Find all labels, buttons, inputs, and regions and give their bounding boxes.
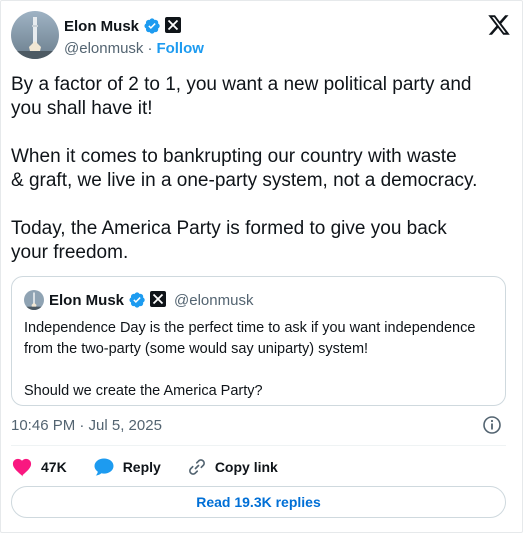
info-icon[interactable] <box>482 415 502 435</box>
author-display-name[interactable]: Elon Musk <box>64 18 139 35</box>
read-replies-button[interactable]: Read 19.3K replies <box>11 486 506 518</box>
author-name-row: Elon Musk <box>64 16 183 36</box>
author-avatar[interactable] <box>11 11 59 59</box>
link-icon <box>187 457 207 477</box>
quoted-display-name: Elon Musk <box>49 291 125 309</box>
like-count: 47K <box>41 459 67 475</box>
x-affiliate-icon <box>165 17 183 35</box>
tweet-header: Elon Musk @elonmusk · Follow <box>11 11 511 61</box>
reply-label: Reply <box>122 459 161 475</box>
quoted-author-row: Elon Musk @elonmusk <box>49 290 253 310</box>
heart-icon <box>11 457 33 477</box>
handle-separator: · <box>147 39 153 57</box>
tweet-card: Elon Musk @elonmusk · Follow By a factor… <box>0 0 523 533</box>
quoted-handle: @elonmusk <box>174 291 254 309</box>
tweet-text: By a factor of 2 to 1, you want a new po… <box>11 74 478 263</box>
speech-bubble-icon <box>93 457 115 477</box>
tweet-timestamp[interactable]: 10:46 PM · Jul 5, 2025 <box>11 415 162 435</box>
copy-link-button[interactable]: Copy link <box>187 457 278 477</box>
verified-badge-icon <box>128 291 146 309</box>
like-button[interactable]: 47K <box>11 457 67 477</box>
copy-link-label: Copy link <box>214 459 278 475</box>
author-handle-row: @elonmusk · Follow <box>64 38 204 58</box>
quoted-author-avatar <box>24 290 44 310</box>
follow-link[interactable]: Follow <box>156 40 204 57</box>
author-handle[interactable]: @elonmusk <box>64 40 143 57</box>
quoted-tweet-text: Independence Day is the perfect time to … <box>24 320 476 399</box>
action-bar: 47K Reply Copy link <box>11 455 304 479</box>
x-logo-icon[interactable] <box>487 13 511 37</box>
quoted-tweet[interactable]: Elon Musk @elonmusk Independence Day is … <box>11 276 506 406</box>
divider <box>11 445 506 446</box>
verified-badge-icon <box>143 17 161 35</box>
reply-button[interactable]: Reply <box>93 457 161 477</box>
x-affiliate-icon <box>150 291 168 309</box>
